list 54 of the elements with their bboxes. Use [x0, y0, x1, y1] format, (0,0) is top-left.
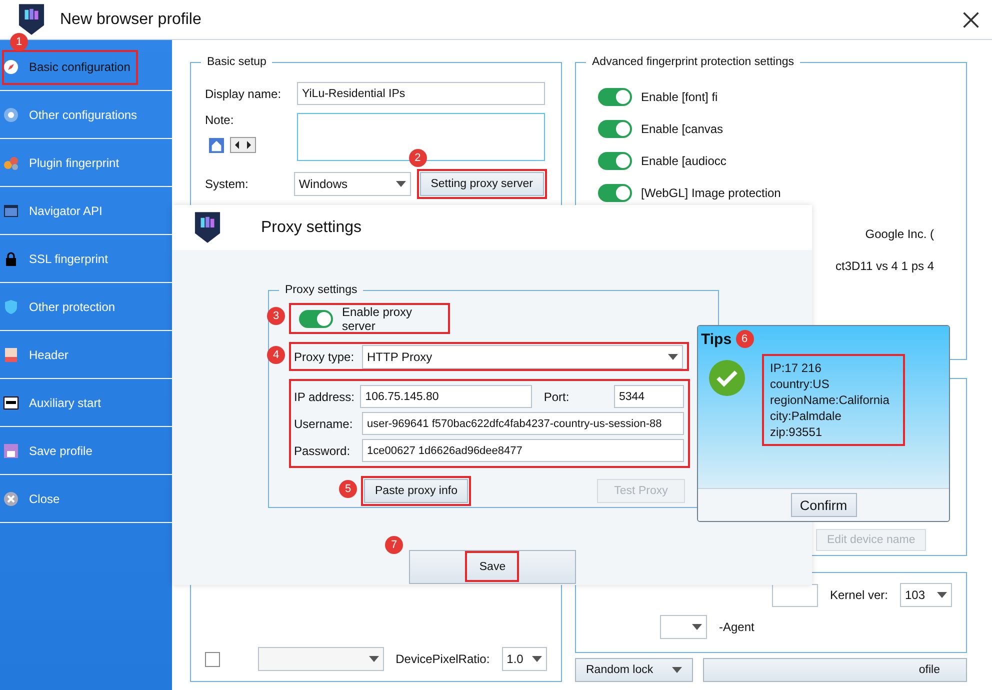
field-label: Kernel ver: [830, 588, 888, 602]
profile-button[interactable]: ofile [703, 658, 967, 682]
dialog-title: Proxy settings [261, 218, 362, 236]
kernel-version-dropdown[interactable]: 103 [900, 583, 952, 607]
field-label: IP address: [294, 390, 356, 404]
sidebar-item[interactable]: Plugin fingerprint [0, 139, 172, 187]
field-label: Username: [294, 416, 354, 430]
ip-address-field[interactable]: 106.75.145.80 [360, 385, 532, 408]
group-title: Proxy settings [279, 283, 364, 297]
password-field[interactable]: 1ce00627 1d6626ad96dee8477 [362, 439, 684, 462]
toggle-label: [WebGL] Image protection [641, 186, 781, 200]
info-line: city:Palmdale [770, 408, 842, 424]
toggle-label: Enable [canvas [641, 122, 724, 136]
pixel-ratio-dropdown[interactable]: 1.0 [502, 647, 547, 671]
field-label: Proxy type: [294, 350, 356, 364]
field-label: Port: [542, 390, 570, 404]
step-number: 6 [736, 330, 754, 348]
info-line: country:US [770, 376, 830, 392]
system-dropdown[interactable]: Windows [294, 172, 411, 196]
step-number: 3 [267, 307, 285, 325]
field-label: DevicePixelRatio: [396, 652, 490, 666]
field-label: Display name: [205, 86, 282, 100]
dialog-title: Tips [701, 330, 732, 348]
step-number: 1 [10, 33, 28, 51]
info-line: IP:17 216 [770, 360, 822, 376]
agent-text: -Agent [719, 620, 754, 634]
username-field[interactable]: user-969641 f570bac622dfc4fab4237-country-us-session-88 [362, 412, 684, 435]
proxy-type-dropdown[interactable]: HTTP Proxy [362, 344, 683, 368]
step-number: 5 [339, 480, 357, 498]
sidebar-item[interactable]: Navigator API [0, 187, 172, 235]
setting-proxy-button[interactable]: Setting proxy server [420, 172, 544, 196]
paste-proxy-info-button[interactable]: Paste proxy info [364, 479, 468, 503]
toggle-label: Enable [font] fi [641, 90, 718, 104]
webgl-info-text: Google Inc. ( [864, 227, 935, 241]
info-line: regionName:California [770, 392, 890, 408]
toggle-label: Enable proxy server [342, 304, 414, 332]
confirm-button[interactable]: Confirm [790, 493, 856, 517]
display-name-field[interactable]: YiLu-Residential IPs [297, 82, 545, 105]
group-title: Basic setup [201, 55, 272, 69]
toggle-label: Enable [audiocc [641, 154, 726, 168]
save-button[interactable]: Save [409, 550, 576, 584]
window-title: New browser profile [60, 10, 202, 28]
info-line: zip:93551 [770, 424, 824, 440]
group-title: Advanced fingerprint protection settings [586, 55, 800, 69]
random-lock-button[interactable]: Random lock [575, 658, 693, 682]
field-label: Password: [294, 444, 352, 458]
field-label: Note: [205, 113, 235, 127]
field-label: System: [205, 177, 250, 191]
sidebar-item[interactable]: Other configurations [0, 91, 172, 139]
step-number: 2 [408, 149, 427, 167]
step-number: 7 [385, 536, 403, 554]
step-number: 4 [267, 346, 285, 364]
webgl-info-text: ct3D11 vs 4 1 ps 4 [834, 259, 935, 273]
port-field[interactable]: 5344 [614, 385, 684, 408]
